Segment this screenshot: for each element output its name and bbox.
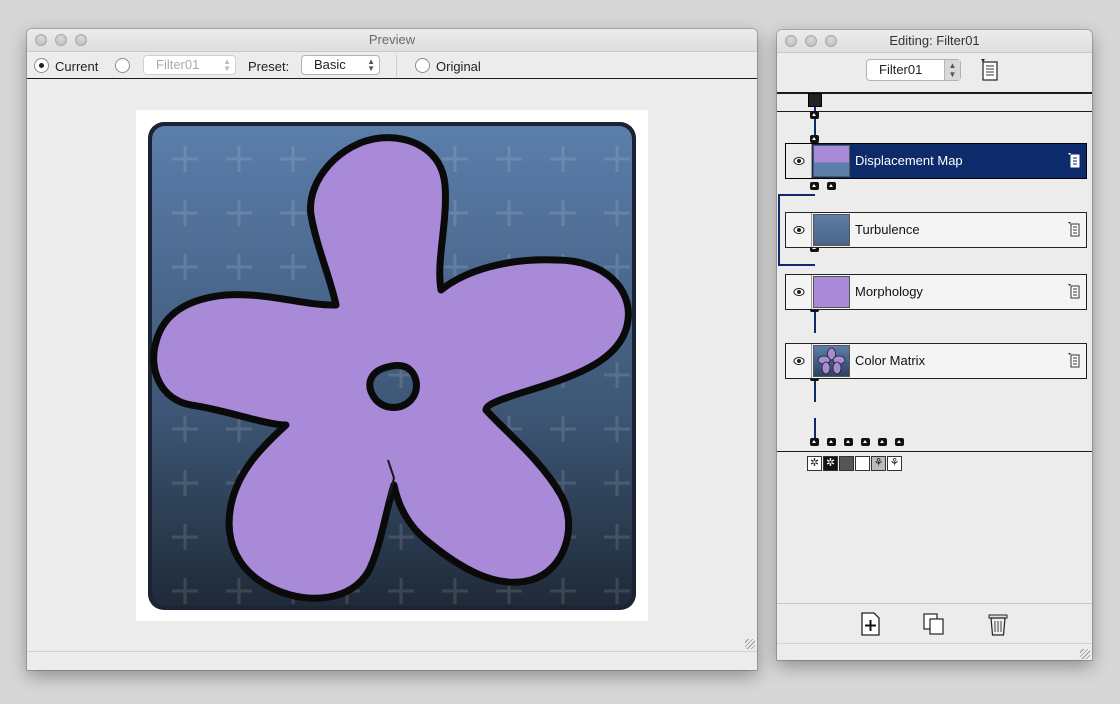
preview-toolbar: Current Filter01 ▲ ▼ Preset: Basic ▲ ▼ Ori… xyxy=(27,52,757,80)
editing-statusbar xyxy=(777,643,1092,660)
visibility-toggle[interactable] xyxy=(786,275,812,309)
preview-image-frame xyxy=(136,110,648,621)
node-menu-icon[interactable] xyxy=(1068,153,1080,168)
filter-radio[interactable] xyxy=(115,58,130,73)
input-port[interactable] xyxy=(810,111,819,119)
node-menu-icon[interactable] xyxy=(1068,353,1080,368)
source-alpha-icon[interactable]: ✲ xyxy=(823,456,838,471)
preset-select[interactable]: Basic ▲ ▼ xyxy=(301,55,380,75)
source-graphic-icon[interactable]: ✲ xyxy=(807,456,822,471)
output-port[interactable] xyxy=(878,438,887,446)
node-label: Displacement Map xyxy=(855,153,963,168)
output-port[interactable] xyxy=(827,438,836,446)
duplicate-icon[interactable] xyxy=(921,611,947,637)
filter-graph: Displacement Map Turbulence Morphology C… xyxy=(777,71,1092,603)
connector-line xyxy=(778,264,815,266)
connector-line xyxy=(778,194,780,266)
trash-icon[interactable] xyxy=(985,611,1011,637)
node-menu-icon[interactable] xyxy=(1068,222,1080,237)
visibility-toggle[interactable] xyxy=(786,144,812,178)
eye-icon xyxy=(793,288,804,296)
output-port[interactable] xyxy=(844,438,853,446)
current-radio[interactable] xyxy=(34,58,49,73)
eye-icon xyxy=(793,226,804,234)
node-thumbnail xyxy=(813,145,850,177)
connector-line xyxy=(814,380,816,402)
window-controls xyxy=(35,34,87,46)
node-menu-icon[interactable] xyxy=(1068,284,1080,299)
preset-select-value: Basic xyxy=(314,57,346,72)
output-port[interactable] xyxy=(861,438,870,446)
editing-bottom-bar xyxy=(777,603,1092,644)
eye-icon xyxy=(793,357,804,365)
background-image-icon[interactable] xyxy=(839,456,854,471)
background-alpha-icon[interactable] xyxy=(855,456,870,471)
connector-line xyxy=(814,311,816,333)
close-button[interactable] xyxy=(785,35,797,47)
zoom-button[interactable] xyxy=(825,35,837,47)
node-label: Morphology xyxy=(855,284,923,299)
close-button[interactable] xyxy=(35,34,47,46)
preset-label: Preset: xyxy=(248,59,290,74)
node-thumbnail xyxy=(813,276,850,308)
output-sources: ✲ ✲ ⚘ ⚘ xyxy=(807,456,902,471)
node-thumbnail xyxy=(813,214,850,246)
select-arrows-icon: ▲ ▼ xyxy=(367,57,375,73)
zoom-button[interactable] xyxy=(75,34,87,46)
preview-statusbar xyxy=(27,639,757,670)
connector-line xyxy=(778,194,815,196)
fill-paint-icon[interactable]: ⚘ xyxy=(871,456,886,471)
add-filter-icon[interactable] xyxy=(857,611,883,637)
node-label: Color Matrix xyxy=(855,353,926,368)
filter-select[interactable]: Filter01 ▲ ▼ xyxy=(143,55,236,75)
preview-window: Preview Current Filter01 ▲ ▼ Preset: Basi… xyxy=(27,29,757,670)
node-color-matrix[interactable]: Color Matrix xyxy=(785,343,1087,379)
editing-titlebar[interactable]: Editing: Filter01 xyxy=(777,30,1092,53)
current-label[interactable]: Current xyxy=(55,59,98,74)
source-divider xyxy=(777,111,1092,112)
node-displacement-map[interactable]: Displacement Map xyxy=(785,143,1087,179)
resize-grip-icon[interactable] xyxy=(745,639,755,649)
preview-canvas xyxy=(27,79,757,651)
flower-preview-image xyxy=(148,122,636,610)
output-divider xyxy=(777,451,1092,452)
node-label: Turbulence xyxy=(855,222,920,237)
flower-thumbnail-icon xyxy=(817,347,846,375)
original-radio[interactable] xyxy=(415,58,430,73)
input-port[interactable] xyxy=(810,182,819,190)
preview-title: Preview xyxy=(368,32,416,47)
filter-select-value: Filter01 xyxy=(156,57,200,72)
preview-titlebar[interactable]: Preview xyxy=(27,29,757,52)
input-port[interactable] xyxy=(810,135,819,143)
original-label[interactable]: Original xyxy=(436,59,481,74)
node-turbulence[interactable]: Turbulence xyxy=(785,212,1087,248)
node-thumbnail xyxy=(813,345,850,377)
source-graphic-icon[interactable] xyxy=(808,93,822,107)
visibility-toggle[interactable] xyxy=(786,344,812,378)
visibility-toggle[interactable] xyxy=(786,213,812,247)
output-port[interactable] xyxy=(895,438,904,446)
eye-icon xyxy=(793,157,804,165)
select-arrows-icon: ▲ ▼ xyxy=(223,57,231,73)
input-port[interactable] xyxy=(827,182,836,190)
editing-title: Editing: Filter01 xyxy=(889,33,980,48)
resize-grip-icon[interactable] xyxy=(1080,649,1090,659)
window-controls xyxy=(785,35,837,47)
output-port[interactable] xyxy=(810,438,819,446)
editing-window: Editing: Filter01 Filter01 ▲ ▼ Displacem… xyxy=(777,30,1092,660)
stroke-paint-icon[interactable]: ⚘ xyxy=(887,456,902,471)
minimize-button[interactable] xyxy=(805,35,817,47)
node-morphology[interactable]: Morphology xyxy=(785,274,1087,310)
toolbar-divider xyxy=(396,55,397,77)
minimize-button[interactable] xyxy=(55,34,67,46)
